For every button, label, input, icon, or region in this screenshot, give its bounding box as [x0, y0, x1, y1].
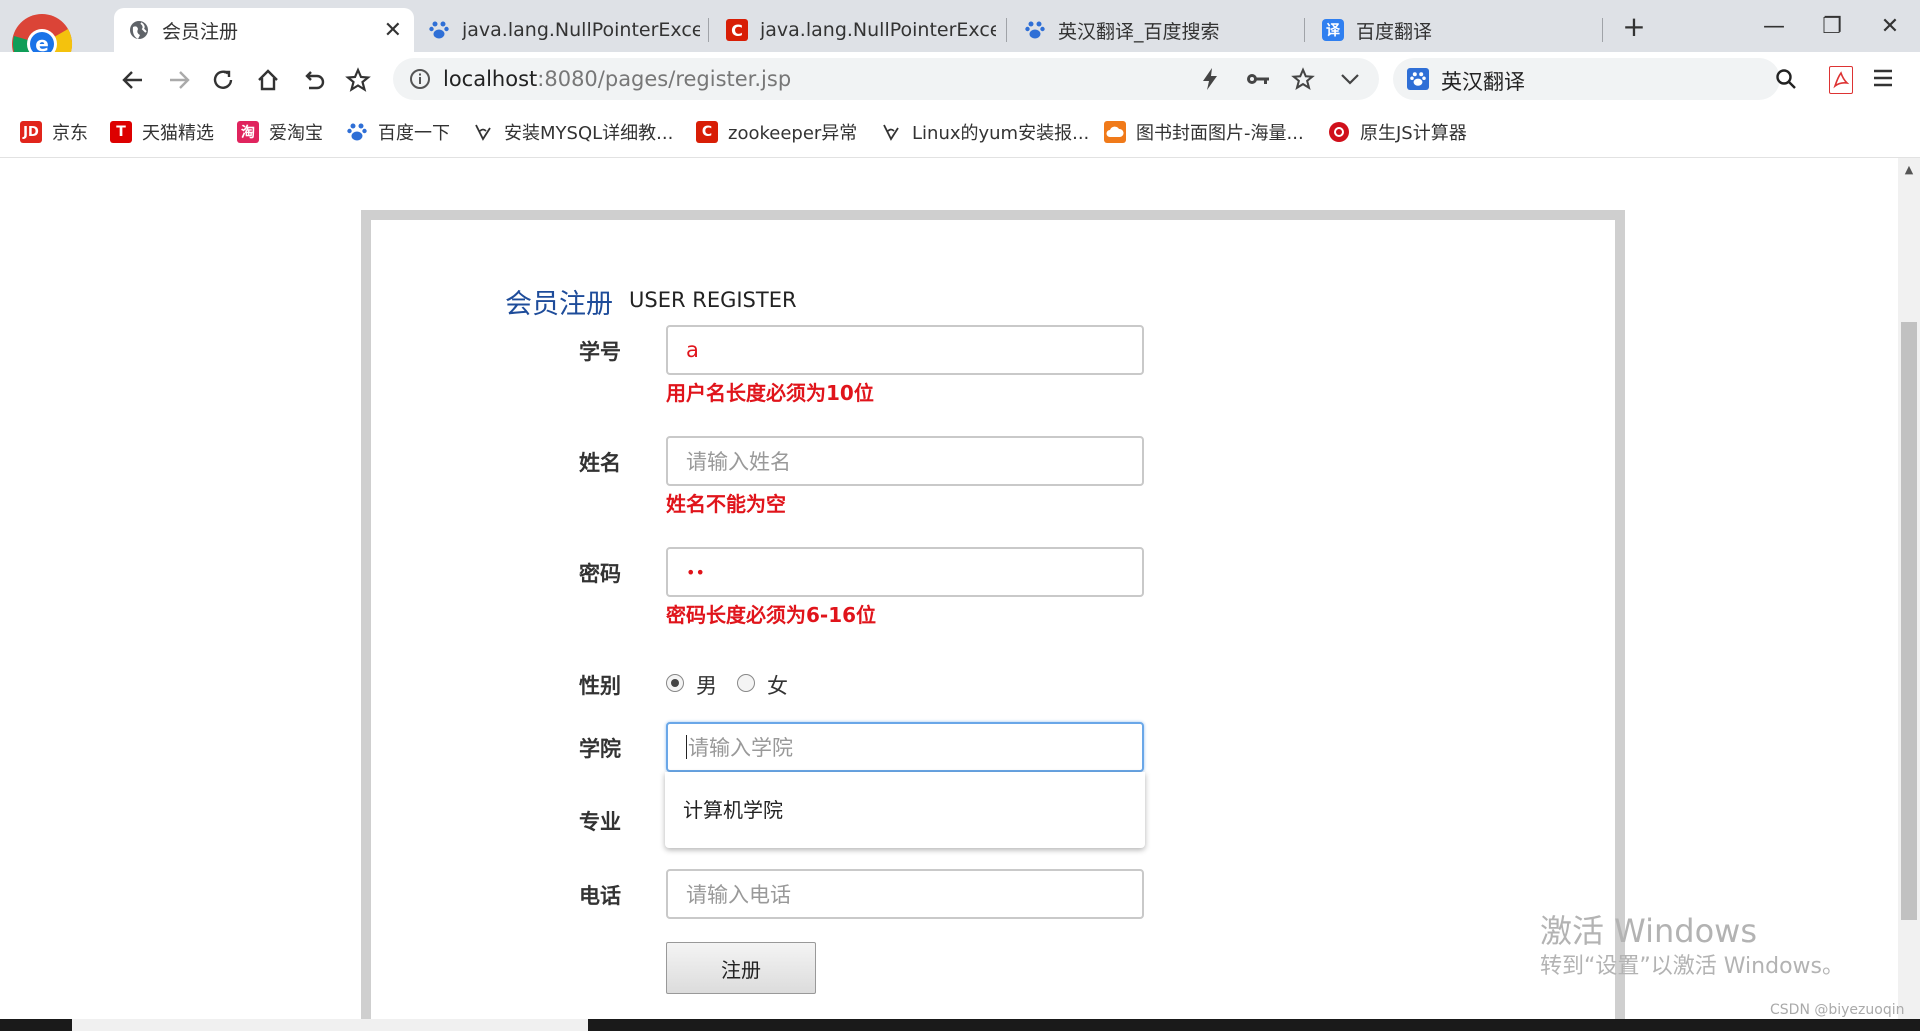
name-error: 姓名不能为空	[666, 492, 786, 516]
red-circle-icon	[1328, 121, 1350, 143]
bookmark-jd[interactable]: JD 京东	[20, 119, 88, 145]
student-id-input[interactable]: a	[666, 325, 1144, 375]
gender-label: 性别	[579, 674, 621, 698]
phone-input[interactable]: 请输入电话	[666, 869, 1144, 919]
baidu-translate-icon: 译	[1322, 19, 1344, 41]
key-icon[interactable]	[1245, 68, 1271, 94]
bookmark-baidu[interactable]: 百度一下	[346, 119, 450, 145]
page-subtitle: USER REGISTER	[629, 288, 797, 312]
gender-female-radio[interactable]	[737, 674, 755, 692]
college-placeholder: 请输入学院	[688, 736, 793, 760]
new-tab-button[interactable]: +	[1614, 8, 1654, 44]
tab-label: 英汉翻译_百度搜索	[1058, 20, 1220, 43]
pen-icon	[880, 121, 902, 143]
page-title: 会员注册	[505, 289, 613, 320]
bookmark-zookeeper[interactable]: C zookeeper异常	[696, 119, 857, 145]
student-id-label: 学号	[579, 340, 621, 364]
autocomplete-item[interactable]: 计算机学院	[683, 794, 783, 823]
page-viewport: 会员注册 USER REGISTER 学号 a 用户名长度必须为10位 姓名 请…	[0, 158, 1898, 1019]
pdf-icon[interactable]	[1829, 66, 1853, 94]
star-icon[interactable]	[1291, 67, 1315, 95]
tab-label: java.lang.NullPointerExcep	[462, 19, 700, 41]
bookmark-taobao[interactable]: 淘 爱淘宝	[237, 119, 323, 145]
reload-button[interactable]	[207, 64, 239, 96]
phone-label: 电话	[579, 884, 621, 908]
lightning-icon[interactable]	[1199, 67, 1221, 95]
close-window-button[interactable]: ✕	[1870, 8, 1910, 44]
cloud-icon	[1104, 121, 1126, 143]
baidu-paw-icon	[1407, 68, 1429, 90]
minimize-button[interactable]: —	[1754, 8, 1794, 44]
address-bar[interactable]: localhost:8080/pages/register.jsp	[393, 58, 1379, 100]
activate-windows-hint: 转到“设置”以激活 Windows。	[1540, 954, 1844, 979]
restore-button[interactable]: ❐	[1812, 8, 1852, 44]
password-input[interactable]: ••	[666, 547, 1144, 597]
name-label: 姓名	[579, 451, 621, 475]
bookmark-star-button[interactable]	[342, 64, 374, 96]
info-icon[interactable]	[409, 68, 431, 94]
csdn-c-icon: C	[696, 121, 718, 143]
scrollbar-thumb[interactable]	[1901, 322, 1917, 920]
gender-male-radio[interactable]	[666, 674, 684, 692]
bookmarks-bar: JD 京东 T 天猫精选 淘 爱淘宝 百度一下 安装MYSQL详细教... C …	[0, 107, 1920, 158]
college-input[interactable]: 请输入学院	[666, 722, 1144, 772]
csdn-c-icon: C	[726, 19, 748, 41]
search-text[interactable]: 英汉翻译	[1441, 66, 1525, 96]
tab-label: java.lang.NullPointerExcep	[760, 19, 996, 41]
home-button[interactable]	[252, 64, 284, 96]
text-cursor	[686, 735, 687, 759]
tab-label: 百度翻译	[1356, 20, 1433, 43]
password-label: 密码	[579, 562, 621, 586]
baidu-paw-icon	[1024, 19, 1046, 41]
tab-baidu-search[interactable]: 英汉翻译_百度搜索	[1010, 8, 1300, 52]
bookmark-mysql[interactable]: 安装MYSQL详细教...	[472, 119, 673, 145]
student-id-error: 用户名长度必须为10位	[666, 381, 874, 405]
globe-icon	[128, 19, 150, 41]
password-error: 密码长度必须为6-16位	[666, 603, 877, 627]
activate-windows-title: 激活 Windows	[1540, 912, 1758, 950]
taobao-icon: 淘	[237, 121, 259, 143]
tmall-icon: T	[110, 121, 132, 143]
chevron-down-icon[interactable]	[1339, 69, 1361, 93]
bookmark-book-cover[interactable]: 图书封面图片-海量...	[1104, 119, 1304, 145]
csdn-credit: CSDN @biyezuoqin	[1770, 1002, 1905, 1018]
jd-icon: JD	[20, 121, 42, 143]
tab-label: 会员注册	[162, 20, 239, 43]
tab-baidu-translate[interactable]: 译 百度翻译	[1308, 8, 1598, 52]
baidu-paw-icon	[428, 19, 450, 41]
search-icon[interactable]	[1775, 68, 1797, 94]
scroll-up-arrow-icon[interactable]: ▲	[1898, 158, 1920, 180]
tab-npe-baidu[interactable]: java.lang.NullPointerExcep	[414, 8, 704, 52]
autocomplete-dropdown: 计算机学院	[665, 772, 1145, 848]
taskbar-search[interactable]	[72, 1019, 588, 1031]
close-tab-icon[interactable]: ✕	[384, 18, 402, 43]
bookmark-js-calculator[interactable]: 原生JS计算器	[1328, 119, 1467, 145]
svg-text:C: C	[731, 21, 743, 40]
search-box[interactable]: 英汉翻译	[1393, 58, 1796, 100]
tab-register[interactable]: 会员注册 ✕	[114, 8, 414, 52]
url-text[interactable]: localhost:8080/pages/register.jsp	[443, 67, 791, 91]
major-label: 专业	[579, 810, 621, 834]
tab-npe-csdn[interactable]: C java.lang.NullPointerExcep	[712, 8, 1002, 52]
forward-button[interactable]	[163, 64, 195, 96]
gender-male-label: 男	[696, 674, 717, 698]
pen-icon	[472, 121, 494, 143]
back-button[interactable]	[117, 64, 149, 96]
baidu-paw-icon	[346, 121, 368, 143]
tab-strip: e 会员注册 ✕ java.lang.NullPointerExcep C ja…	[0, 0, 1920, 74]
name-input[interactable]: 请输入姓名	[666, 436, 1144, 486]
register-button[interactable]: 注册	[666, 942, 816, 994]
menu-icon[interactable]	[1872, 66, 1894, 90]
bookmark-tmall[interactable]: T 天猫精选	[110, 119, 214, 145]
gender-female-label: 女	[767, 674, 788, 698]
undo-close-tab-button[interactable]	[298, 64, 330, 96]
college-label: 学院	[579, 737, 621, 761]
bookmark-linux-yum[interactable]: Linux的yum安装报...	[880, 119, 1089, 145]
